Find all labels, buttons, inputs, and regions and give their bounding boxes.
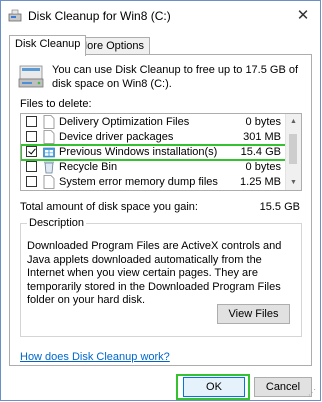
total-space-label: Total amount of disk space you gain: [20,201,198,213]
total-space-value: 15.5 GB [259,201,300,213]
file-row-system-error-memory-dump[interactable]: System error memory dump files 1.25 MB [21,175,287,190]
file-name: System error memory dump files [59,176,218,188]
checkbox[interactable] [26,116,37,127]
checkbox[interactable] [26,176,37,187]
file-size: 0 bytes [245,116,281,128]
close-button[interactable]: ✕ [292,5,314,25]
ok-button[interactable]: OK [183,377,245,397]
windows-install-icon [43,147,55,158]
disk-cleanup-dialog: Disk Cleanup for Win8 (C:) ✕ Disk Cleanu… [0,0,321,401]
file-row-device-driver-packages[interactable]: Device driver packages 301 MB [21,130,287,145]
hard-drive-icon [18,65,44,88]
file-size: 301 MB [243,131,281,143]
file-name: Recycle Bin [59,161,118,173]
file-name: Previous Windows installation(s) [59,146,218,158]
recycle-bin-icon [44,161,54,174]
file-size: 15.4 GB [240,146,281,158]
checkbox[interactable] [26,161,37,172]
checkbox-checked[interactable] [26,146,37,157]
window-title: Disk Cleanup for Win8 (C:) [28,9,171,23]
file-icon [43,175,55,189]
disk-cleanup-panel: You can use Disk Cleanup to free up to 1… [9,54,312,366]
file-name: Delivery Optimization Files [59,116,190,128]
file-row-recycle-bin[interactable]: Recycle Bin 0 bytes [21,160,287,175]
scroll-up-arrow-icon[interactable]: ▲ [286,114,301,129]
intro-text: You can use Disk Cleanup to free up to 1… [52,64,299,90]
how-does-disk-cleanup-work-link[interactable]: How does Disk Cleanup work? [20,351,170,363]
disk-cleanup-app-icon [8,9,22,22]
file-icon [43,115,55,129]
file-icon [43,130,55,144]
resize-grip-icon[interactable]: ⋰ [308,388,318,398]
description-legend: Description [27,217,87,229]
scroll-down-arrow-icon[interactable]: ▼ [286,175,301,190]
cancel-button[interactable]: Cancel [254,377,312,397]
description-text: Downloaded Program Files are ActiveX con… [27,240,282,306]
file-row-previous-windows-installations[interactable]: Previous Windows installation(s) 15.4 GB [21,144,288,161]
title-bar[interactable]: Disk Cleanup for Win8 (C:) ✕ [1,1,320,31]
files-list-scrollbar[interactable]: ▲ ▼ [285,114,301,190]
files-list[interactable]: Delivery Optimization Files 0 bytes Devi… [20,113,302,191]
scroll-thumb[interactable] [289,134,297,164]
description-group: Description Downloaded Program Files are… [20,217,302,337]
file-size: 0 bytes [245,161,281,173]
file-row-delivery-optimization[interactable]: Delivery Optimization Files 0 bytes [21,115,287,130]
checkbox[interactable] [26,131,37,142]
file-size: 1.25 MB [240,176,281,188]
close-icon: ✕ [296,7,310,24]
files-to-delete-label: Files to delete: [20,98,92,110]
view-files-button[interactable]: View Files [217,304,290,324]
tab-disk-cleanup[interactable]: Disk Cleanup [9,35,87,56]
file-name: Device driver packages [59,131,174,143]
